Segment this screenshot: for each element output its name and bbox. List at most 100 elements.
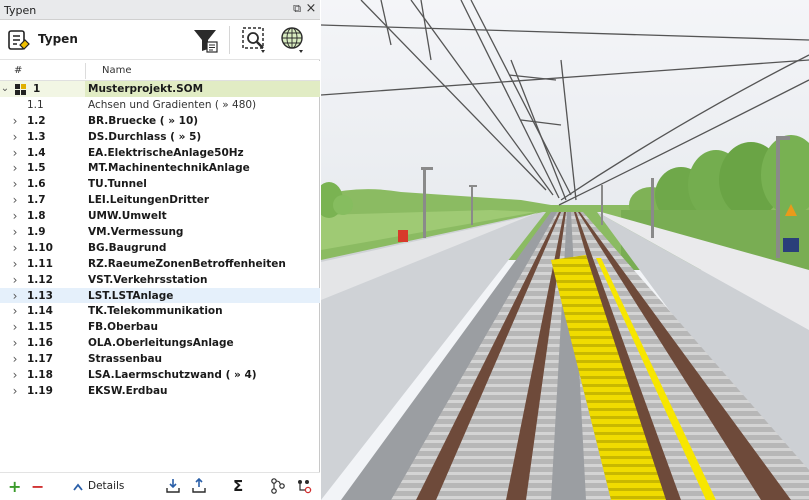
tree-row[interactable]: › 1.14 TK.Telekommunikation <box>0 303 320 319</box>
tree-row-number: 1 <box>33 83 41 95</box>
tree-row-number: 1.4 <box>27 146 46 159</box>
3d-viewport[interactable] <box>321 0 809 500</box>
tree-row-number: 1.6 <box>27 178 46 191</box>
expand-chevron-right-icon[interactable]: › <box>10 288 20 304</box>
expand-chevron-right-icon[interactable]: › <box>10 335 20 351</box>
expand-chevron-down-icon[interactable]: ⌄ <box>0 81 10 97</box>
typen-icon <box>8 30 30 50</box>
railway-3d-scene[interactable] <box>321 0 809 500</box>
expand-chevron-right-icon[interactable]: › <box>10 224 20 240</box>
tree-row-name: BG.Baugrund <box>88 241 167 254</box>
tree-row[interactable]: › 1.4 EA.ElektrischeAnlage50Hz <box>0 145 320 161</box>
tree-row[interactable]: 1.1 Achsen und Gradienten ( » 480) <box>0 97 320 113</box>
tree-row-name: FB.Oberbau <box>88 321 158 334</box>
zoom-to-selection-icon[interactable] <box>240 25 270 55</box>
expand-chevron-right-icon[interactable]: › <box>10 383 20 399</box>
tree-row[interactable]: › 1.5 MT.MachinentechnikAnlage <box>0 160 320 176</box>
tree-row[interactable]: › 1.10 BG.Baugrund <box>0 240 320 256</box>
column-header-name[interactable]: Name <box>102 65 132 76</box>
tree-row[interactable]: › 1.18 LSA.Laermschutzwand ( » 4) <box>0 367 320 383</box>
tree-row[interactable]: › 1.2 BR.Bruecke ( » 10) <box>0 113 320 129</box>
project-icon <box>15 84 26 95</box>
panel-footer: + − Details Σ <box>0 472 320 500</box>
expand-chevron-right-icon[interactable]: › <box>10 113 20 129</box>
tree-row-name: VST.Verkehrsstation <box>88 273 208 286</box>
tree-row-number: 1.13 <box>27 289 53 302</box>
details-toggle-button[interactable]: Details <box>88 480 124 492</box>
expand-chevron-right-icon[interactable]: › <box>10 192 20 208</box>
tree-row[interactable]: › 1.11 RZ.RaeumeZonenBetroffenheiten <box>0 256 320 272</box>
tree-row-name: EKSW.Erdbau <box>88 384 168 397</box>
toolbar-separator <box>229 26 230 54</box>
expand-chevron-right-icon[interactable]: › <box>10 351 20 367</box>
tree-row-name: Strassenbau <box>88 353 163 366</box>
expand-chevron-right-icon[interactable]: › <box>10 367 20 383</box>
add-button[interactable]: + <box>8 479 21 495</box>
settings-tree-icon[interactable] <box>296 478 312 494</box>
toolbar-title: Typen <box>38 32 78 46</box>
expand-chevron-right-icon[interactable]: › <box>10 145 20 161</box>
import-icon[interactable] <box>165 478 181 494</box>
tree-row-number: 1.7 <box>27 194 46 207</box>
tree-row-name: LEI.LeitungenDritter <box>88 194 210 207</box>
tree-row-number: 1.15 <box>27 321 53 334</box>
filter-icon[interactable] <box>190 25 220 55</box>
panel-toolbar: Typen <box>0 20 320 60</box>
tree-row-name: DS.Durchlass ( » 5) <box>88 130 202 143</box>
expand-chevron-right-icon[interactable]: › <box>10 160 20 176</box>
tree-row[interactable]: › 1.15 FB.Oberbau <box>0 319 320 335</box>
expand-chevron-right-icon[interactable]: › <box>10 176 20 192</box>
tree-row-number: 1.12 <box>27 273 53 286</box>
tree-row-name: LSA.Laermschutzwand ( » 4) <box>88 369 257 382</box>
tree-row[interactable]: › 1.16 OLA.OberleitungsAnlage <box>0 335 320 351</box>
sum-icon[interactable]: Σ <box>233 478 243 494</box>
tree-row-name: VM.Vermessung <box>88 226 184 239</box>
tree-row[interactable]: › 1.3 DS.Durchlass ( » 5) <box>0 129 320 145</box>
tree-row-number: 1.11 <box>27 257 53 270</box>
tree-row-number: 1.16 <box>27 337 53 350</box>
tree-row[interactable]: › 1.9 VM.Vermessung <box>0 224 320 240</box>
tree-row-number: 1.2 <box>27 114 46 127</box>
expand-chevron-right-icon[interactable]: › <box>10 303 20 319</box>
expand-chevron-right-icon[interactable]: › <box>10 319 20 335</box>
tree-row[interactable]: › 1.17 Strassenbau <box>0 351 320 367</box>
close-panel-icon[interactable]: × <box>304 2 318 16</box>
tree-root-row[interactable]: ⌄ 1 Musterprojekt.SOM <box>0 81 320 97</box>
tree-row-number: 1.5 <box>27 162 46 175</box>
tree-row-number: 1.17 <box>27 353 53 366</box>
column-header-number[interactable]: # <box>14 65 22 76</box>
tree-row-name: UMW.Umwelt <box>88 210 167 223</box>
tree-row-name: Musterprojekt.SOM <box>85 81 320 97</box>
column-divider[interactable] <box>85 63 86 79</box>
tree-header: # Name <box>0 61 320 81</box>
tree-row-number: 1.10 <box>27 241 53 254</box>
tree-row[interactable]: › 1.12 VST.Verkehrsstation <box>0 272 320 288</box>
tree-row-name: TK.Telekommunikation <box>88 305 223 318</box>
globe-grid-icon[interactable] <box>278 25 308 55</box>
panel-title: Typen <box>4 4 37 17</box>
export-icon[interactable] <box>191 478 207 494</box>
tree-row-name: OLA.OberleitungsAnlage <box>88 337 234 350</box>
types-panel: Typen ⧉ × Typen # Name ⌄ 1 Musterprojekt… <box>0 0 320 500</box>
tree-row-name: LST.LSTAnlage <box>88 289 174 302</box>
chevron-up-icon[interactable] <box>73 483 83 491</box>
float-panel-icon[interactable]: ⧉ <box>290 2 304 16</box>
tree-row[interactable]: › 1.6 TU.Tunnel <box>0 176 320 192</box>
tree-row-number: 1.1 <box>27 98 44 111</box>
tree-row[interactable]: › 1.7 LEI.LeitungenDritter <box>0 192 320 208</box>
tree-row[interactable]: › 1.13 LST.LSTAnlage <box>0 287 320 304</box>
tree-row-name: BR.Bruecke ( » 10) <box>88 114 199 127</box>
tree-row[interactable]: › 1.19 EKSW.Erdbau <box>0 383 320 399</box>
expand-chevron-right-icon[interactable]: › <box>10 208 20 224</box>
expand-chevron-right-icon[interactable]: › <box>10 272 20 288</box>
remove-button[interactable]: − <box>31 479 44 495</box>
tree-row-name: EA.ElektrischeAnlage50Hz <box>88 146 244 159</box>
expand-chevron-right-icon[interactable]: › <box>10 129 20 145</box>
tree-row-name: Achsen und Gradienten ( » 480) <box>88 98 257 111</box>
expand-chevron-right-icon[interactable]: › <box>10 240 20 256</box>
hierarchy-icon[interactable] <box>270 478 286 494</box>
tree-row-number: 1.18 <box>27 369 53 382</box>
expand-chevron-right-icon[interactable]: › <box>10 256 20 272</box>
tree-row-number: 1.14 <box>27 305 53 318</box>
tree-row[interactable]: › 1.8 UMW.Umwelt <box>0 208 320 224</box>
